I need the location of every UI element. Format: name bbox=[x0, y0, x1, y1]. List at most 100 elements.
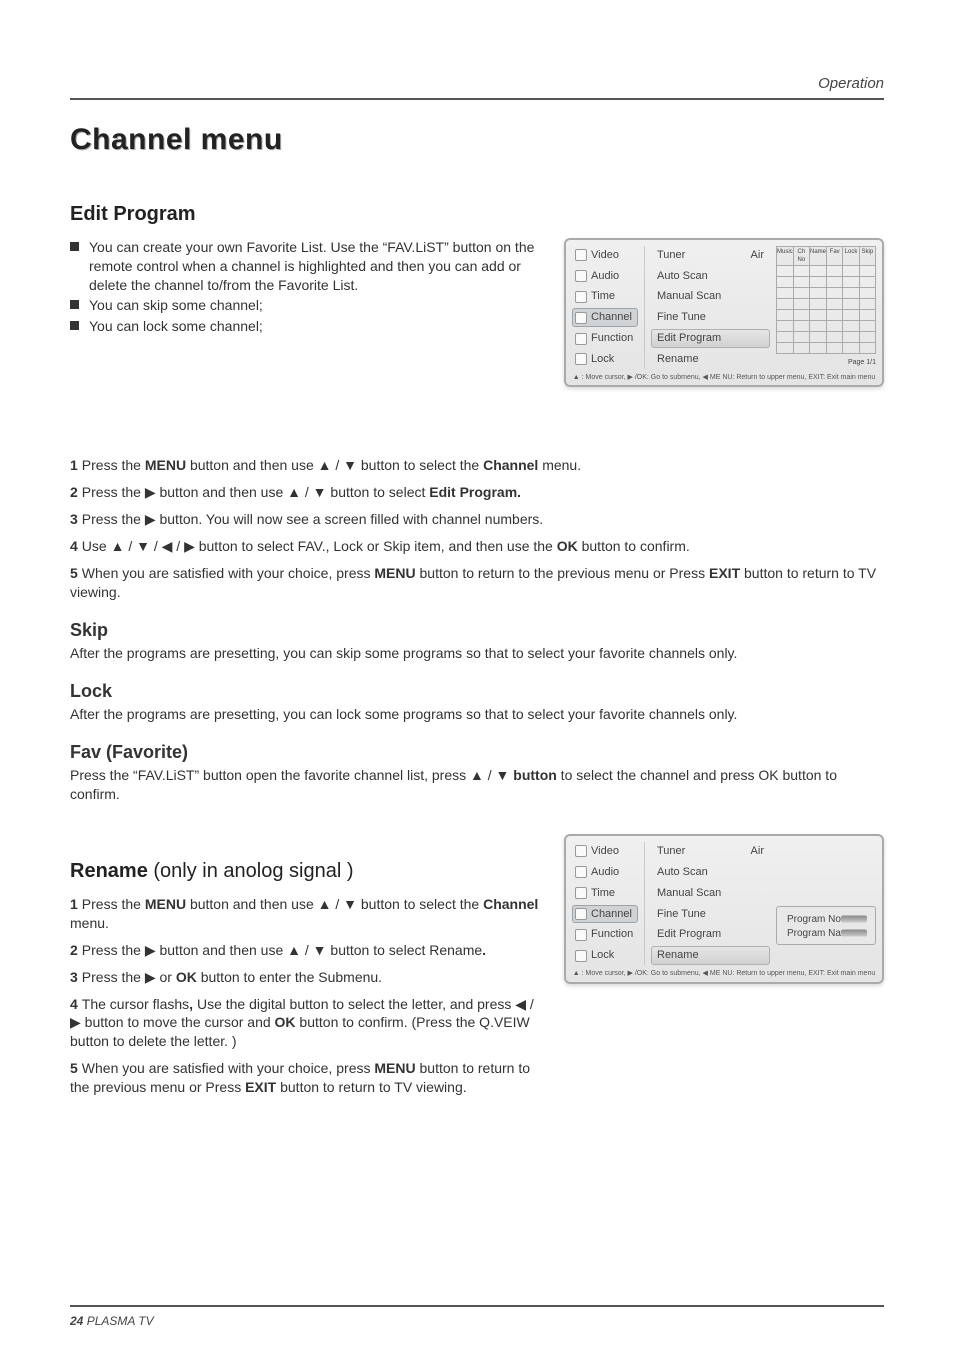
osd-help-text: ▲ : Move cursor, ▶ /OK: Go to submenu, ◀… bbox=[572, 965, 876, 978]
osd-sidebar-item-video: Video bbox=[572, 842, 638, 861]
osd-sidebar-item-function: Function bbox=[572, 329, 638, 348]
menu-icon bbox=[575, 333, 587, 345]
menu-icon bbox=[575, 929, 587, 941]
bullet-text: You can create your own Favorite List. U… bbox=[89, 238, 544, 295]
osd-main-list: TunerAir Auto Scan Manual Scan Fine TuneEdi… bbox=[644, 842, 770, 965]
osd-main-label: Auto Scan bbox=[657, 269, 708, 284]
osd-main-item: Auto Scan bbox=[651, 863, 770, 882]
osd-main-item: Fine Tune bbox=[651, 905, 770, 924]
osd-main-list: Tuner Air Auto Scan Manual Scan Fine Tune Edi… bbox=[644, 246, 770, 369]
menu-icon bbox=[575, 887, 587, 899]
osd-main-item: TunerAir bbox=[651, 842, 770, 861]
osd-main-label: Manual Scan bbox=[657, 289, 721, 304]
step-text: Press the ▶ button and then use ▲ / ▼ bu… bbox=[82, 942, 486, 958]
osd-grid-row bbox=[776, 266, 876, 277]
osd-grid-row bbox=[776, 277, 876, 288]
osd-sidebar-item-time: Time bbox=[572, 287, 638, 306]
osd-sidebar-label: Channel bbox=[591, 907, 632, 922]
menu-icon bbox=[575, 312, 587, 324]
step-list-edit-program: 1Press the MENU button and then use ▲ / … bbox=[70, 456, 884, 601]
section-header: Operation bbox=[70, 74, 884, 98]
page-footer: 24 PLASMA TV bbox=[70, 1313, 884, 1329]
heading-rename: Rename (only in anolog signal ) bbox=[70, 858, 544, 885]
osd-main-item: Edit Program bbox=[651, 329, 770, 348]
osd-info-row: Program Name bbox=[783, 927, 869, 938]
osd-help-text: ▲ : Move cursor, ▶ /OK: Go to submenu, ◀… bbox=[572, 369, 876, 382]
footer-rule bbox=[70, 1305, 884, 1307]
body-fav: Press the “FAV.LiST” button open the fav… bbox=[70, 766, 884, 804]
menu-icon bbox=[575, 845, 587, 857]
osd-sidebar-label: Time bbox=[591, 886, 615, 901]
step-list-rename: 1Press the MENU button and then use ▲ / … bbox=[70, 895, 544, 1097]
header-rule bbox=[70, 98, 884, 100]
osd-main-item: Manual Scan bbox=[651, 884, 770, 903]
step-text: Press the MENU button and then use ▲ / ▼… bbox=[82, 457, 581, 473]
osd-sidebar-label: Video bbox=[591, 248, 619, 263]
osd-sidebar-label: Audio bbox=[591, 865, 619, 880]
menu-icon bbox=[575, 291, 587, 303]
osd-main-item: Manual Scan bbox=[651, 287, 770, 306]
osd-sidebar-label: Audio bbox=[591, 269, 619, 284]
osd-sidebar-item-channel: Channel bbox=[572, 905, 638, 924]
osd-grid-row bbox=[776, 310, 876, 321]
osd-grid-row bbox=[776, 332, 876, 343]
osd-panel-1: Video Audio Time Channel Function Lock Tuner A… bbox=[564, 238, 884, 388]
osd-info-panel: Program No Program Name bbox=[776, 842, 876, 965]
step-text: When you are satisfied with your choice,… bbox=[70, 565, 876, 600]
menu-icon bbox=[575, 866, 587, 878]
menu-icon bbox=[575, 270, 587, 282]
osd-main-label: Tuner bbox=[657, 248, 685, 263]
bullet-icon bbox=[70, 300, 79, 309]
osd-grid-row bbox=[776, 343, 876, 354]
osd-sidebar: VideoAudioTimeChannelFunctionLock bbox=[572, 246, 638, 369]
osd-sidebar-label: Video bbox=[591, 844, 619, 859]
osd-sidebar-label: Time bbox=[591, 289, 615, 304]
osd-main-label: Rename bbox=[657, 352, 699, 367]
osd-sidebar-item-time: Time bbox=[572, 884, 638, 903]
osd-grid-row bbox=[776, 299, 876, 310]
bullet-icon bbox=[70, 242, 79, 251]
step-text: Press the ▶ button. You will now see a s… bbox=[82, 511, 543, 527]
osd-grid-row bbox=[776, 288, 876, 299]
osd-main-value: Air bbox=[751, 248, 764, 263]
osd-main-label: Fine Tune bbox=[657, 310, 706, 325]
osd-grid-header: Music bbox=[776, 246, 793, 266]
osd-main-item: Auto Scan bbox=[651, 267, 770, 286]
osd-main-label: Manual Scan bbox=[657, 886, 721, 901]
osd-sidebar-item-video: Video bbox=[572, 246, 638, 265]
menu-icon bbox=[575, 353, 587, 365]
osd-main-value: Air bbox=[751, 844, 764, 859]
step-text: When you are satisfied with your choice,… bbox=[70, 1060, 530, 1095]
osd-main-label: Auto Scan bbox=[657, 865, 708, 880]
osd-panel-2: VideoAudioTimeChannelFunctionLock TunerA… bbox=[564, 834, 884, 984]
osd-main-item: Rename bbox=[651, 350, 770, 369]
osd-sidebar-item-audio: Audio bbox=[572, 267, 638, 286]
step-text: Press the MENU button and then use ▲ / ▼… bbox=[70, 896, 538, 931]
bullet-text: You can skip some channel; bbox=[89, 296, 263, 315]
osd-sidebar: VideoAudioTimeChannelFunctionLock bbox=[572, 842, 638, 965]
osd-grid-header: Ch No bbox=[793, 246, 809, 266]
osd-sidebar-item-audio: Audio bbox=[572, 863, 638, 882]
osd-sidebar-item-channel: Channel bbox=[572, 308, 638, 327]
heading-fav: Fav (Favorite) bbox=[70, 740, 884, 764]
osd-sidebar-label: Function bbox=[591, 927, 633, 942]
osd-info-row: Program No bbox=[783, 913, 869, 924]
osd-grid: MusicCh NoNameFavLockSkip Page 1/1 bbox=[776, 246, 876, 369]
osd-main-label: Edit Program bbox=[657, 331, 721, 346]
osd-grid-header: Lock bbox=[842, 246, 858, 266]
osd-grid-row bbox=[776, 321, 876, 332]
osd-main-label: Rename bbox=[657, 948, 699, 963]
body-lock: After the programs are presetting, you c… bbox=[70, 705, 884, 724]
osd-sidebar-item-function: Function bbox=[572, 925, 638, 944]
osd-main-item: Edit Program bbox=[651, 925, 770, 944]
bullet-icon bbox=[70, 321, 79, 330]
osd-grid-header: Fav bbox=[826, 246, 842, 266]
page-title: Channel menu bbox=[70, 120, 884, 161]
osd-sidebar-label: Function bbox=[591, 331, 633, 346]
heading-edit-program: Edit Program bbox=[70, 201, 884, 228]
step-text: Use ▲ / ▼ / ◀ / ▶ button to select FAV.,… bbox=[82, 538, 690, 554]
heading-lock: Lock bbox=[70, 679, 884, 703]
menu-icon bbox=[575, 908, 587, 920]
heading-skip: Skip bbox=[70, 618, 884, 642]
osd-page-indicator: Page 1/1 bbox=[776, 354, 876, 367]
